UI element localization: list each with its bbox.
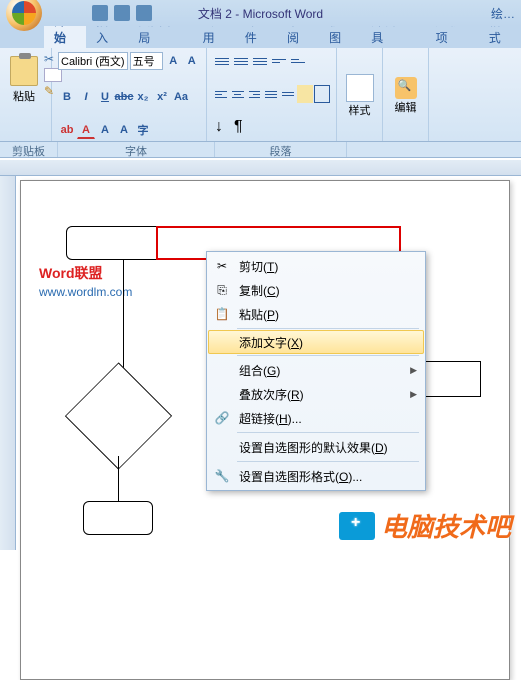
context-menu-label: 组合(G) [239, 362, 280, 379]
context-menu-item-添加文字[interactable]: 添加文字(X) [208, 330, 424, 354]
blank-icon [213, 333, 231, 351]
blank-icon [213, 385, 231, 403]
context-menu-label: 超链接(H)... [239, 410, 302, 427]
bold-button[interactable]: B [58, 88, 76, 106]
justify-button[interactable] [263, 85, 279, 103]
contextual-tab-hint: 绘… [491, 5, 515, 22]
site-watermark-text: 电脑技术吧 [381, 507, 511, 544]
paste-label: 粘贴 [13, 88, 35, 104]
styles-label: 样式 [349, 102, 371, 118]
change-case-button[interactable]: Aa [172, 88, 190, 106]
phonetic-button[interactable]: 字 [134, 121, 152, 139]
context-menu-label: 剪切(T) [239, 258, 278, 275]
font-group-label: 字体 [58, 142, 215, 157]
horizontal-ruler[interactable] [0, 160, 521, 176]
sort-button[interactable]: ↓ [213, 118, 231, 136]
font-color-button[interactable]: A [77, 121, 95, 139]
shading-button[interactable] [297, 85, 313, 103]
font-size-combo[interactable]: 五号 [130, 52, 163, 70]
title-bar: 文档 2 - Microsoft Word 绘… [0, 0, 521, 26]
document-area: Word联盟 www.wordlm.com ✂ 剪切(T) ⎘ 复制(C) 📋 粘贴(P)… [0, 160, 521, 550]
context-menu-label: 添加文字(X) [239, 334, 303, 351]
align-left-button[interactable] [213, 85, 229, 103]
doc-watermark: Word联盟 www.wordlm.com [39, 263, 132, 299]
context-menu-item-粘贴[interactable]: 📋 粘贴(P) [209, 302, 423, 326]
bullets-button[interactable] [213, 52, 231, 70]
ribbon-group-labels: 剪贴板 字体 段落 [0, 142, 521, 158]
blank-icon [213, 438, 231, 456]
italic-button[interactable]: I [77, 88, 95, 106]
qat-redo-icon[interactable] [136, 5, 152, 21]
context-menu-label: 复制(C) [239, 282, 280, 299]
char-shading-button[interactable]: A [96, 121, 114, 139]
context-menu-item-组合[interactable]: 组合(G) ▶ [209, 358, 423, 382]
shrink-font-button[interactable]: A [183, 52, 200, 70]
qat-undo-icon[interactable] [114, 5, 130, 21]
vertical-ruler[interactable] [0, 176, 16, 550]
context-menu-item-超链接[interactable]: 🔗 超链接(H)... [209, 406, 423, 430]
group-editing: 编辑 [383, 48, 429, 141]
indent-dec-button[interactable] [270, 52, 288, 70]
format-icon: 🔧 [213, 467, 231, 485]
ribbon-tabs: 开始插入页面布局引用邮件审阅视图开发工具加载项格式 [0, 26, 521, 48]
link-icon: 🔗 [213, 409, 231, 427]
context-menu: ✂ 剪切(T) ⎘ 复制(C) 📋 粘贴(P) 添加文字(X) 组合(G) ▶ 叠放次序(R) ▶ 🔗… [206, 251, 426, 491]
context-menu-item-设置自选图形的默认效果[interactable]: 设置自选图形的默认效果(D) [209, 435, 423, 459]
styles-gallery-button[interactable] [346, 74, 374, 102]
group-styles: 样式 [337, 48, 383, 141]
window-title: 文档 2 - Microsoft Word [198, 5, 323, 22]
clipboard-group-label: 剪贴板 [0, 142, 58, 157]
context-menu-item-设置自选图形格式[interactable]: 🔧 设置自选图形格式(O)... [209, 464, 423, 488]
grow-font-button[interactable]: A [165, 52, 182, 70]
document-page[interactable]: Word联盟 www.wordlm.com ✂ 剪切(T) ⎘ 复制(C) 📋 粘贴(P)… [20, 180, 510, 680]
paste-icon [10, 56, 38, 86]
copy-icon: ⎘ [213, 281, 231, 299]
indent-inc-button[interactable] [289, 52, 307, 70]
subscript-button[interactable]: x₂ [134, 88, 152, 106]
flowchart-connector-1[interactable] [123, 260, 124, 376]
context-menu-item-叠放次序[interactable]: 叠放次序(R) ▶ [209, 382, 423, 406]
flowchart-decision-diamond[interactable] [66, 376, 171, 456]
strike-button[interactable]: abc [115, 88, 133, 106]
group-clipboard: 粘贴 ✂ ✎ [0, 48, 52, 141]
flowchart-connector-2[interactable] [118, 456, 119, 501]
quick-access-toolbar [92, 5, 152, 21]
line-spacing-button[interactable] [280, 85, 296, 103]
context-menu-label: 叠放次序(R) [239, 386, 304, 403]
paragraph-group-label: 段落 [215, 142, 347, 157]
qat-save-icon[interactable] [92, 5, 108, 21]
group-paragraph: ↓ ¶ [207, 48, 337, 141]
context-menu-label: 设置自选图形格式(O)... [239, 468, 362, 485]
paste-icon: 📋 [213, 305, 231, 323]
multilevel-button[interactable] [251, 52, 269, 70]
align-center-button[interactable] [230, 85, 246, 103]
context-menu-item-复制[interactable]: ⎘ 复制(C) [209, 278, 423, 302]
watermark-line2: www.wordlm.com [39, 285, 132, 299]
find-button[interactable] [395, 77, 417, 99]
context-menu-item-剪切[interactable]: ✂ 剪切(T) [209, 254, 423, 278]
editing-label: 编辑 [395, 99, 417, 115]
site-watermark: 电脑技术吧 [339, 507, 511, 544]
superscript-button[interactable]: x² [153, 88, 171, 106]
blank-icon [213, 361, 231, 379]
show-marks-button[interactable]: ¶ [232, 118, 250, 136]
ribbon: 粘贴 ✂ ✎ Calibri (西文) 五号 A A B I U abc x₂ … [0, 48, 521, 142]
borders-button[interactable] [314, 85, 330, 103]
group-font: Calibri (西文) 五号 A A B I U abc x₂ x² Aa a… [52, 48, 207, 141]
submenu-arrow-icon: ▶ [410, 365, 417, 376]
char-border-button[interactable]: A [115, 121, 133, 139]
paste-button[interactable]: 粘贴 [6, 52, 42, 108]
numbering-button[interactable] [232, 52, 250, 70]
context-menu-label: 粘贴(P) [239, 306, 279, 323]
cut-icon: ✂ [213, 257, 231, 275]
underline-button[interactable]: U [96, 88, 114, 106]
site-logo-icon [339, 512, 375, 540]
highlight-button[interactable]: ab [58, 121, 76, 139]
submenu-arrow-icon: ▶ [410, 389, 417, 400]
context-menu-label: 设置自选图形的默认效果(D) [239, 439, 388, 456]
watermark-line1: Word联盟 [39, 265, 103, 281]
flowchart-rounded-rect-2[interactable] [83, 501, 153, 535]
align-right-button[interactable] [247, 85, 263, 103]
font-name-combo[interactable]: Calibri (西文) [58, 52, 128, 70]
